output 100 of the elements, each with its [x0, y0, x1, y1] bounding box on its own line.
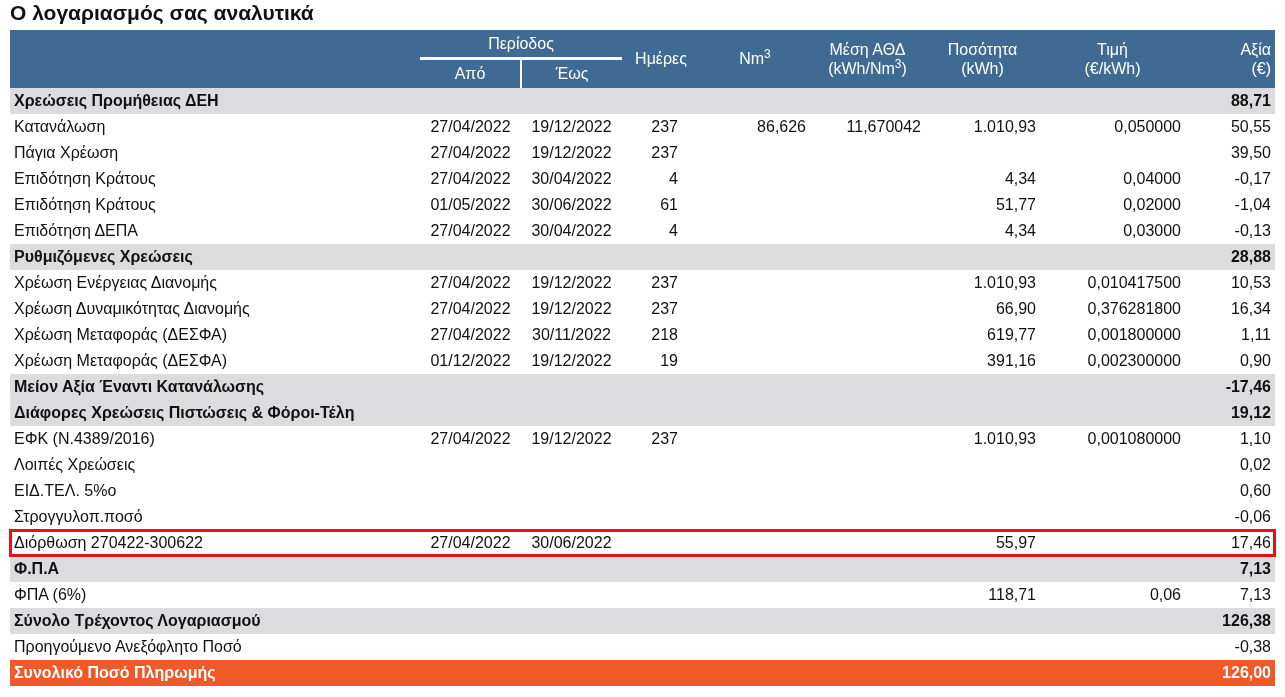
- table-cell: 11,670042: [810, 114, 925, 140]
- table-cell-text: 218: [650, 325, 679, 346]
- table-cell: 19/12/2022: [521, 114, 622, 140]
- table-cell-text: 16,34: [1229, 299, 1272, 320]
- table-cell: 118,71: [925, 582, 1040, 608]
- table-cell: 50,55: [1185, 114, 1275, 140]
- table-cell-text: 61: [659, 195, 679, 216]
- table-cell: 237: [622, 270, 700, 296]
- section-cell: 7,13: [1185, 556, 1275, 582]
- column-header: Έως: [521, 58, 622, 88]
- table-cell: 30/06/2022: [521, 530, 622, 556]
- table-cell: 30/04/2022: [521, 218, 622, 244]
- table-cell-text: 1,11: [1240, 325, 1272, 346]
- section-cell: Σύνολο Τρέχοντος Λογαριασμού: [10, 608, 420, 634]
- table-cell-text: 0,02000: [1122, 195, 1182, 216]
- table-cell: ΕΦΚ (Ν.4389/2016): [10, 426, 420, 452]
- table-cell-text: Επιδότηση Κράτους: [13, 195, 157, 216]
- table-cell: 4: [622, 218, 700, 244]
- section-cell: -17,46: [1185, 374, 1275, 400]
- table-cell-text: 30/04/2022: [530, 169, 613, 190]
- table-cell-text: 27/04/2022: [429, 325, 512, 346]
- table-cell-text: Λοιπές Χρεώσεις: [13, 455, 137, 476]
- table-cell: 19/12/2022: [521, 348, 622, 374]
- table-cell-text: 0,60: [1238, 481, 1272, 502]
- table-cell: -0,13: [1185, 218, 1275, 244]
- table-cell-text: 30/06/2022: [530, 195, 613, 216]
- table-cell: 1,10: [1185, 426, 1275, 452]
- table-cell: 27/04/2022: [420, 270, 521, 296]
- table-cell: 4,34: [925, 218, 1040, 244]
- table-cell: -0,38: [1185, 634, 1275, 660]
- column-header: Τιμή (€/kWh): [1040, 30, 1185, 88]
- table-cell: 0,06: [1040, 582, 1185, 608]
- table-cell: 0,050000: [1040, 114, 1185, 140]
- table-cell: 27/04/2022: [420, 218, 521, 244]
- table-cell: Χρέωση Μεταφοράς (ΔΕΣΦΑ): [10, 348, 420, 374]
- section-cell: 28,88: [1185, 244, 1275, 270]
- table-cell: Προηγούμενο Ανεξόφλητο Ποσό: [10, 634, 420, 660]
- table-cell: 27/04/2022: [420, 114, 521, 140]
- table-cell-text: 27/04/2022: [429, 169, 512, 190]
- table-cell-text: 19/12/2022: [530, 143, 613, 164]
- table-cell: 86,626: [700, 114, 810, 140]
- section-cell: Φ.Π.Α: [10, 556, 420, 582]
- table-cell: 0,010417500: [1040, 270, 1185, 296]
- table-cell: 0,90: [1185, 348, 1275, 374]
- table-cell: 27/04/2022: [420, 530, 521, 556]
- table-cell: 1.010,93: [925, 426, 1040, 452]
- table-cell: 10,53: [1185, 270, 1275, 296]
- table-cell-text: 27/04/2022: [429, 299, 512, 320]
- column-header: Μέση ΑΘΔ (kWh/Nm$^{3}$): [810, 30, 925, 88]
- table-cell-text: 0,001800000: [1086, 325, 1182, 346]
- table-cell: 0,03000: [1040, 218, 1185, 244]
- section-cell: Διάφορες Χρεώσεις Πιστώσεις & Φόροι-Τέλη: [10, 400, 420, 426]
- table-cell: 1.010,93: [925, 270, 1040, 296]
- table-cell-text: Χρέωση Μεταφοράς (ΔΕΣΦΑ): [13, 325, 229, 346]
- table-cell-text: Πάγια Χρέωση: [13, 143, 120, 164]
- total-cell: 126,00: [1185, 660, 1275, 686]
- table-cell-text: 0,376281800: [1086, 299, 1182, 320]
- table-cell-text: 30/11/2022: [531, 325, 612, 346]
- table-cell: -0,06: [1185, 504, 1275, 530]
- table-cell: 19/12/2022: [521, 426, 622, 452]
- table-cell-text: 27/04/2022: [429, 143, 512, 164]
- table-cell-text: Χρέωση Δυναμικότητας Διανομής: [13, 299, 251, 320]
- table-cell-text: 01/05/2022: [429, 195, 512, 216]
- section-cell: Χρεώσεις Προμήθειας ΔΕΗ: [10, 88, 420, 114]
- column-header: Ποσότητα (kWh): [925, 30, 1040, 88]
- column-header: Από: [420, 58, 521, 88]
- column-header: Αξία (€): [1185, 30, 1275, 88]
- table-cell: ΦΠΑ (6%): [10, 582, 420, 608]
- table-cell: Χρέωση Ενέργειας Διανομής: [10, 270, 420, 296]
- table-cell: Επιδότηση ΔΕΠΑ: [10, 218, 420, 244]
- column-header: Περίοδος: [420, 30, 622, 58]
- table-cell-text: 39,50: [1229, 143, 1272, 164]
- table-cell: Κατανάλωση: [10, 114, 420, 140]
- table-cell: 27/04/2022: [420, 426, 521, 452]
- table-cell-text: 4,34: [1003, 169, 1037, 190]
- table-cell-text: ΕΙΔ.ΤΕΛ. 5%ο: [13, 481, 118, 502]
- table-cell-text: 0,02: [1238, 455, 1272, 476]
- table-cell: 01/12/2022: [420, 348, 521, 374]
- table-cell-text: -1,04: [1233, 195, 1272, 216]
- table-cell-text: 19/12/2022: [530, 299, 613, 320]
- table-cell-text: 51,77: [994, 195, 1037, 216]
- table-cell-text: 237: [650, 299, 679, 320]
- table-cell: 237: [622, 426, 700, 452]
- total-cell: Συνολικό Ποσό Πληρωμής: [10, 660, 420, 686]
- column-header: Nm$^{3}$: [700, 30, 810, 88]
- table-cell-text: 0,04000: [1122, 169, 1182, 190]
- column-header: Ημέρες: [622, 30, 700, 88]
- table-cell-text: 66,90: [994, 299, 1037, 320]
- table-cell: 55,97: [925, 530, 1040, 556]
- section-cell: 88,71: [1185, 88, 1275, 114]
- section-cell: 19,12: [1185, 400, 1275, 426]
- section-cell: 126,38: [1185, 608, 1275, 634]
- table-cell: 19/12/2022: [521, 270, 622, 296]
- table-cell-text: -0,17: [1233, 169, 1272, 190]
- table-cell: 391,16: [925, 348, 1040, 374]
- table-cell: Διόρθωση 270422-300622: [10, 530, 420, 556]
- table-cell: 19: [622, 348, 700, 374]
- table-cell: 1.010,93: [925, 114, 1040, 140]
- section-cell: Ρυθμιζόμενες Χρεώσεις: [10, 244, 420, 270]
- section-cell: Μείον Αξία Έναντι Κατανάλωσης: [10, 374, 420, 400]
